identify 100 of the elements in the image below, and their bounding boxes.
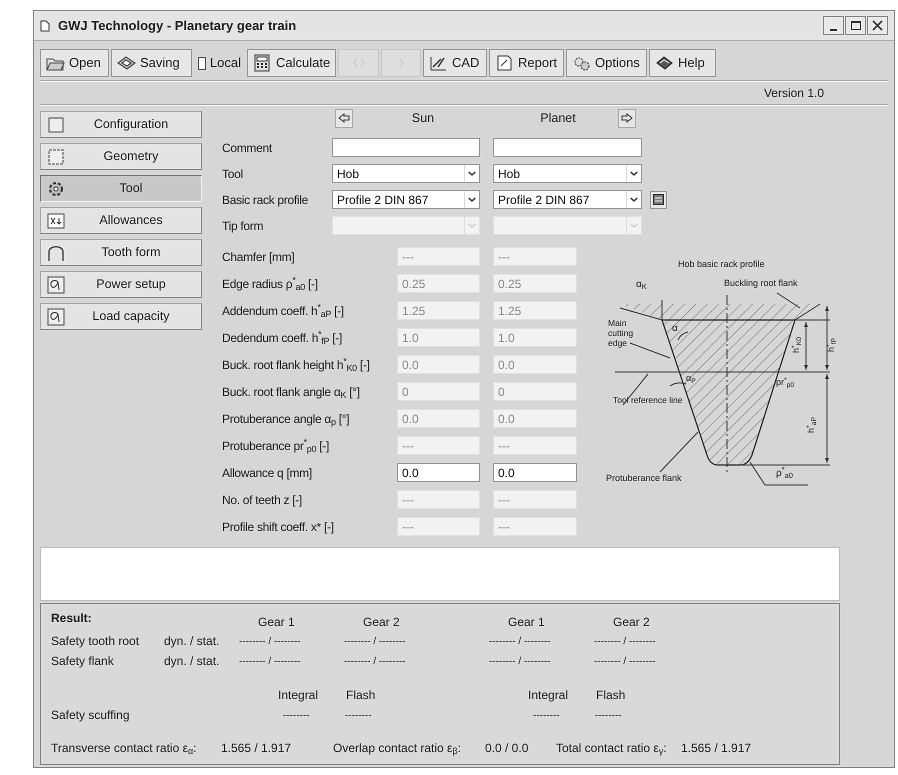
square-icon (47, 148, 65, 166)
nav-button[interactable]: Allowances (40, 207, 202, 234)
document-icon (495, 54, 514, 72)
gear-icon (47, 180, 65, 198)
toolbar-button[interactable]: Report (489, 49, 564, 77)
drafting-icon (429, 54, 448, 72)
ratio-value: 1.565 / 1.917 (681, 740, 752, 757)
minimize-button[interactable] (823, 16, 844, 35)
curve-icon (47, 244, 65, 262)
next-button[interactable] (618, 108, 636, 128)
toolbar-button[interactable]: Open (40, 49, 109, 77)
result-value: -------- (282, 708, 311, 722)
result-value: -------- / -------- (343, 654, 407, 668)
dropdown[interactable]: Hob (332, 164, 480, 183)
field-label: Buck. root flank angle α$_{K}$ [°] (222, 386, 361, 398)
field-label: Edge radius ρ$^{*}$$_{a0}$ [-] (222, 278, 319, 290)
toolbar-button[interactable]: Help (649, 49, 716, 77)
result-value: -------- / -------- (593, 634, 657, 648)
ratio-label: Overlap contact ratio ε$_{β}$: (333, 740, 462, 757)
toolbar-button[interactable]: CAD (423, 49, 487, 77)
maximize-button[interactable] (845, 16, 866, 35)
checkbox-label: Local (210, 54, 241, 72)
calculator-icon (253, 54, 272, 72)
library-button[interactable] (650, 190, 667, 208)
dropdown[interactable]: Hob (493, 164, 642, 183)
diagram-label: Main cutting edge (608, 318, 634, 348)
diagram-title: Hob basic rack profile (678, 258, 765, 271)
left-arrow-icon (338, 113, 350, 123)
field-label: Comment (222, 142, 274, 154)
field-label: Tip form (222, 220, 264, 232)
variable-icon (47, 212, 65, 230)
nav-button[interactable]: Tooth form (40, 239, 202, 266)
result-value: -------- (344, 708, 373, 722)
previous-button[interactable] (335, 108, 353, 128)
close-button[interactable] (867, 16, 888, 35)
dropdown[interactable]: Profile 2 DIN 867 (493, 190, 642, 209)
row-label: Safety tooth root (51, 633, 140, 650)
input-field[interactable] (332, 138, 480, 157)
nav-button[interactable]: Load capacity (40, 303, 202, 330)
diagram-label: α (672, 324, 678, 334)
field-label: Profile shift coeff. x* [-] (222, 520, 335, 532)
diagram-label: Buckling root flank (724, 278, 798, 288)
diagram-label: α$_{K}$ (636, 280, 647, 290)
input-field[interactable]: 0.0 (397, 463, 480, 482)
list-icon (653, 194, 664, 205)
field-label: Dedendum coeff. h$^{*}$$_{fP}$ [-] (222, 332, 344, 344)
window-title: GWJ Technology - Planetary gear train (58, 16, 296, 35)
row-label: Safety scuffing (51, 707, 130, 724)
column-header: Flash (345, 687, 376, 704)
row-label: Safety flank (51, 653, 115, 670)
nav-button[interactable]: Tool (40, 175, 202, 202)
leader-line (750, 462, 808, 486)
ratio-value: 0.0 / 0.0 (485, 740, 530, 757)
result-value: -------- (532, 708, 561, 722)
diagram-label: Protuberance flank (606, 473, 682, 483)
column-header: Planet (539, 110, 577, 127)
leader-line (776, 292, 800, 308)
column-header: Gear 2 (362, 614, 401, 631)
alpha-icon (47, 276, 65, 294)
column-header: Gear 1 (507, 614, 546, 631)
square-icon (47, 116, 65, 134)
column-header: Gear 1 (257, 614, 296, 631)
nav-button[interactable]: Configuration (40, 111, 202, 138)
local-checkbox[interactable] (198, 56, 206, 70)
field-label: Basic rack profile (222, 194, 309, 206)
field-label: Buck. root flank height h$^{*}$$_{K0}$ [-] (222, 358, 371, 370)
field-label: Protuberance angle α$_{p}$ [°] (222, 412, 350, 424)
nav-button[interactable]: Power setup (40, 271, 202, 298)
result-value: -------- / -------- (488, 654, 552, 668)
input-field[interactable] (493, 138, 642, 157)
field-label: Allowance q [mm] (222, 466, 313, 478)
column-header: Sun (410, 110, 436, 127)
version-label: Version 1.0 (764, 85, 824, 102)
toolbar-button[interactable]: Calculate (247, 49, 336, 77)
column-header: Gear 2 (612, 614, 651, 631)
toolbar-button[interactable]: Options (566, 49, 647, 77)
field-label: Protuberance pr$^{*}$$_{p0}$ [-] (222, 440, 330, 452)
close-icon (872, 20, 883, 31)
result-value: -------- / -------- (238, 654, 302, 668)
field-label: Tool (222, 168, 244, 180)
column-header: Flash (595, 687, 626, 704)
leader-line (630, 342, 670, 358)
results-title: Result: (51, 610, 93, 627)
arrows-icon (352, 58, 364, 68)
result-value: -------- / -------- (343, 634, 407, 648)
result-value: -------- / -------- (593, 654, 657, 668)
ratio-label: Transverse contact ratio ε$_{α}$: (51, 740, 198, 757)
result-value: -------- (594, 708, 623, 722)
result-value: -------- / -------- (238, 634, 302, 648)
input-field[interactable]: 0.0 (493, 463, 577, 482)
field-label: Chamfer [mm] (222, 250, 296, 262)
dropdown[interactable]: Profile 2 DIN 867 (332, 190, 480, 209)
right-arrow-icon (621, 113, 633, 123)
alpha-icon (47, 308, 65, 326)
ratio-value: 1.565 / 1.917 (221, 740, 292, 757)
diagram-label: α$_{P}$ (686, 373, 696, 383)
column-header: Integral (277, 687, 320, 704)
nav-button[interactable]: Geometry (40, 143, 202, 170)
toolbar-button[interactable]: Saving (111, 49, 192, 77)
unit-label: dyn. / stat. (164, 653, 220, 670)
